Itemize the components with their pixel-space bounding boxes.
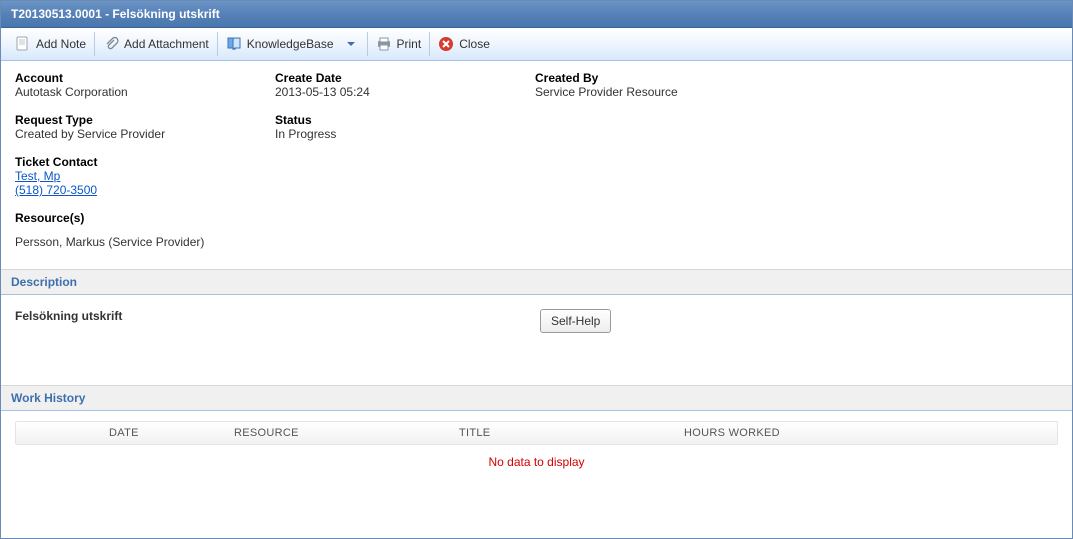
resources-label: Resource(s)	[15, 211, 275, 225]
ticket-contact-phone-link[interactable]: (518) 720-3500	[15, 183, 97, 197]
description-text: Felsökning utskrift	[15, 309, 540, 323]
ticket-contact-field: Ticket Contact Test, Mp (518) 720-3500	[15, 155, 275, 197]
close-label: Close	[459, 37, 490, 51]
toolbar: Add Note Add Attachment KnowledgeBase Pr…	[1, 28, 1072, 61]
table-header-resource[interactable]: RESOURCE	[226, 422, 451, 444]
description-body: Felsökning utskrift Self-Help	[1, 295, 1072, 385]
table-header-date[interactable]: DATE	[101, 422, 226, 444]
print-label: Print	[397, 37, 422, 51]
account-label: Account	[15, 71, 275, 85]
request-type-value: Created by Service Provider	[15, 127, 275, 141]
add-note-button[interactable]: Add Note	[7, 32, 95, 56]
create-date-field: Create Date 2013-05-13 05:24	[275, 71, 535, 99]
self-help-button[interactable]: Self-Help	[540, 309, 611, 333]
close-icon	[438, 36, 454, 52]
ticket-contact-label: Ticket Contact	[15, 155, 275, 169]
resources-field: Resource(s) Persson, Markus (Service Pro…	[15, 211, 275, 249]
book-icon	[226, 36, 242, 52]
work-history-section-header: Work History	[1, 385, 1072, 411]
no-data-message: No data to display	[15, 445, 1058, 479]
ticket-contact-name-link[interactable]: Test, Mp	[15, 169, 60, 183]
add-attachment-label: Add Attachment	[124, 37, 209, 51]
work-history-table: DATE RESOURCE TITLE HOURS WORKED No data…	[1, 411, 1072, 479]
knowledgebase-label: KnowledgeBase	[247, 37, 334, 51]
table-header-spacer	[16, 422, 101, 444]
details-panel: Account Autotask Corporation Request Typ…	[1, 61, 1072, 269]
resources-value: Persson, Markus (Service Provider)	[15, 235, 275, 249]
created-by-field: Created By Service Provider Resource	[535, 71, 1058, 99]
created-by-label: Created By	[535, 71, 1058, 85]
printer-icon	[376, 36, 392, 52]
description-section-header: Description	[1, 269, 1072, 295]
request-type-field: Request Type Created by Service Provider	[15, 113, 275, 141]
account-value: Autotask Corporation	[15, 85, 275, 99]
table-header-hours[interactable]: HOURS WORKED	[676, 422, 856, 444]
status-label: Status	[275, 113, 535, 127]
work-history-header-row: DATE RESOURCE TITLE HOURS WORKED	[15, 421, 1058, 445]
create-date-label: Create Date	[275, 71, 535, 85]
add-attachment-button[interactable]: Add Attachment	[95, 32, 218, 56]
status-value: In Progress	[275, 127, 535, 141]
account-field: Account Autotask Corporation	[15, 71, 275, 99]
note-icon	[15, 36, 31, 52]
print-button[interactable]: Print	[368, 32, 431, 56]
request-type-label: Request Type	[15, 113, 275, 127]
status-field: Status In Progress	[275, 113, 535, 141]
created-by-value: Service Provider Resource	[535, 85, 1058, 99]
create-date-value: 2013-05-13 05:24	[275, 85, 535, 99]
add-note-label: Add Note	[36, 37, 86, 51]
paperclip-icon	[103, 36, 119, 52]
table-header-title[interactable]: TITLE	[451, 422, 676, 444]
window-title: T20130513.0001 - Felsökning utskrift	[1, 1, 1072, 28]
chevron-down-icon	[343, 36, 359, 52]
close-button[interactable]: Close	[430, 32, 498, 56]
knowledgebase-button[interactable]: KnowledgeBase	[218, 32, 368, 56]
